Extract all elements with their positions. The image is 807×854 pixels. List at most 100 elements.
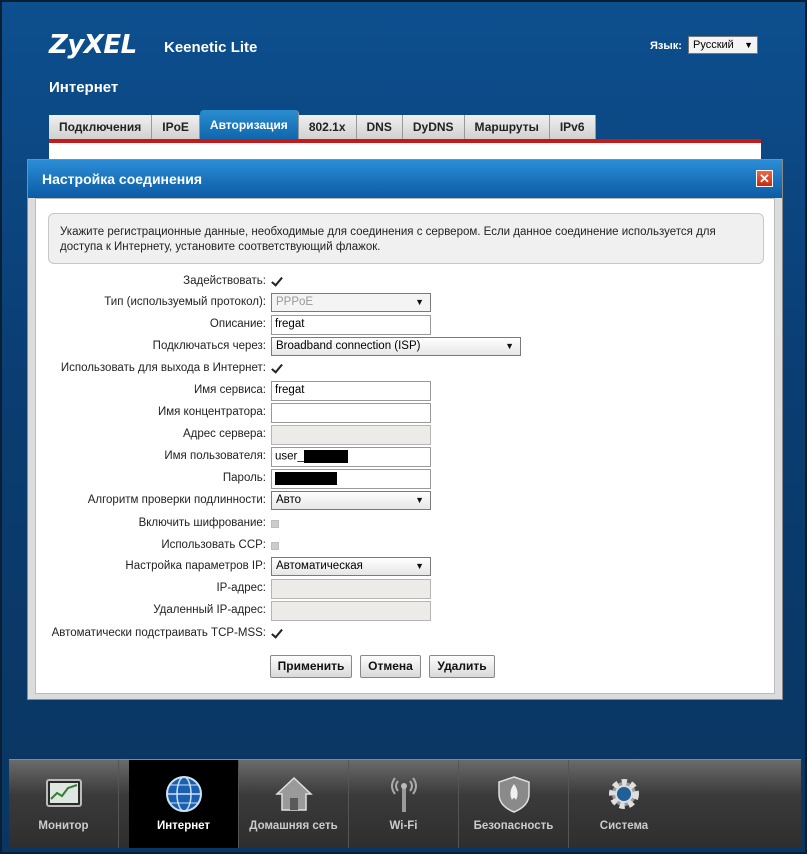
ip-settings-select[interactable]: Автоматическая ▼ xyxy=(271,557,431,576)
ccp-label: Использовать CCP: xyxy=(161,539,266,551)
apply-button[interactable]: Применить xyxy=(270,655,352,678)
row-service: Имя сервиса: fregat xyxy=(36,381,776,401)
connection-settings-dialog: Настройка соединения ✕ Укажите регистрац… xyxy=(27,159,783,700)
nav-wifi[interactable]: Wi-Fi xyxy=(349,760,459,848)
app-frame: ZyXEL Keenetic Lite Язык: Русский ▼ Инте… xyxy=(0,0,807,854)
type-value: PPPoE xyxy=(276,296,314,308)
row-username: Имя пользователя: user_ xyxy=(36,447,776,467)
description-label: Описание: xyxy=(209,318,266,330)
password-input[interactable] xyxy=(271,469,431,489)
encryption-label: Включить шифрование: xyxy=(138,517,266,529)
row-password: Пароль: xyxy=(36,469,776,489)
tab-bar: Подключения IPoE Авторизация 802.1x DNS … xyxy=(49,110,596,140)
tab-dns[interactable]: DNS xyxy=(356,115,403,140)
ip-input[interactable] xyxy=(271,579,431,599)
row-type: Тип (используемый протокол): PPPoE ▼ xyxy=(36,293,776,313)
tab-routes[interactable]: Маршруты xyxy=(464,115,550,140)
server-input[interactable] xyxy=(271,425,431,445)
connect-via-label: Подключаться через: xyxy=(152,340,266,352)
nav-system-label: Система xyxy=(599,820,649,832)
redaction-mask xyxy=(275,472,337,485)
tcp-mss-label: Автоматически подстраивать TCP-MSS: xyxy=(51,627,266,639)
nav-security-label: Безопасность xyxy=(473,820,554,832)
enable-label: Задействовать: xyxy=(183,275,266,287)
remote-ip-input[interactable] xyxy=(271,601,431,621)
ip-settings-label: Настройка параметров IP: xyxy=(125,560,266,572)
language-value: Русский xyxy=(693,39,734,51)
nav-security[interactable]: Безопасность xyxy=(459,760,569,848)
monitor-chart-icon xyxy=(46,779,82,807)
password-label: Пароль: xyxy=(222,472,266,484)
nav-system[interactable]: Система xyxy=(569,760,679,848)
nav-internet[interactable]: Интернет xyxy=(129,760,239,848)
cancel-button[interactable]: Отмена xyxy=(360,655,421,678)
brand-logo: ZyXEL xyxy=(49,30,137,60)
globe-icon xyxy=(166,776,202,812)
tab-dydns[interactable]: DyDNS xyxy=(402,115,465,140)
model-name: Keenetic Lite xyxy=(164,39,258,56)
chevron-down-icon: ▼ xyxy=(744,40,753,50)
bottom-navigation: Монитор Интернет Домашняя сеть Wi-Fi Без… xyxy=(9,759,801,848)
tab-authorization[interactable]: Авторизация xyxy=(199,110,299,140)
row-auth: Алгоритм проверки подлинности: Авто ▼ xyxy=(36,491,776,511)
row-connect-via: Подключаться через: Broadband connection… xyxy=(36,337,776,357)
nav-wifi-label: Wi-Fi xyxy=(389,820,418,832)
tcp-mss-checkbox[interactable] xyxy=(271,628,282,639)
row-remote-ip: Удаленный IP-адрес: xyxy=(36,601,776,621)
service-label: Имя сервиса: xyxy=(193,384,266,396)
chevron-down-icon: ▼ xyxy=(415,561,424,571)
row-concentrator: Имя концентратора: xyxy=(36,403,776,423)
ccp-checkbox[interactable] xyxy=(271,542,279,550)
nav-home-network[interactable]: Домашняя сеть xyxy=(239,760,349,848)
shield-icon xyxy=(498,776,530,813)
username-input[interactable]: user_ xyxy=(271,447,431,467)
nav-internet-label: Интернет xyxy=(156,820,211,832)
delete-button[interactable]: Удалить xyxy=(429,655,495,678)
auth-select[interactable]: Авто ▼ xyxy=(271,491,431,510)
use-internet-checkbox[interactable] xyxy=(271,363,282,374)
encryption-checkbox[interactable] xyxy=(271,520,279,528)
wifi-antenna-icon xyxy=(391,777,417,812)
concentrator-label: Имя концентратора: xyxy=(157,406,266,418)
close-icon[interactable]: ✕ xyxy=(756,170,773,187)
language-select[interactable]: Русский ▼ xyxy=(688,36,758,54)
row-enable: Задействовать: xyxy=(36,272,776,292)
ip-label: IP-адрес: xyxy=(216,582,266,594)
nav-monitor[interactable]: Монитор xyxy=(9,760,119,848)
dialog-title: Настройка соединения xyxy=(42,171,203,187)
dialog-header: Настройка соединения ✕ xyxy=(28,160,782,198)
nav-monitor-label: Монитор xyxy=(38,820,89,832)
row-tcp-mss: Автоматически подстраивать TCP-MSS: xyxy=(36,624,776,644)
username-value: user_ xyxy=(275,450,304,463)
server-label: Адрес сервера: xyxy=(182,428,266,440)
dialog-body: Укажите регистрационные данные, необходи… xyxy=(35,198,775,694)
tab-ipv6[interactable]: IPv6 xyxy=(549,115,596,140)
row-use-internet: Использовать для выхода в Интернет: xyxy=(36,359,776,379)
enable-checkbox[interactable] xyxy=(271,276,282,287)
chevron-down-icon: ▼ xyxy=(415,495,424,505)
auth-value: Авто xyxy=(276,494,302,506)
tab-connections[interactable]: Подключения xyxy=(49,115,153,140)
tab-8021x[interactable]: 802.1x xyxy=(298,115,357,140)
row-encryption: Включить шифрование: xyxy=(36,514,776,534)
info-message: Укажите регистрационные данные, необходи… xyxy=(48,213,764,264)
concentrator-input[interactable] xyxy=(271,403,431,423)
gear-icon xyxy=(609,779,639,809)
use-internet-label: Использовать для выхода в Интернет: xyxy=(60,362,266,374)
auth-label: Алгоритм проверки подлинности: xyxy=(87,494,266,506)
ip-settings-value: Автоматическая xyxy=(276,560,363,572)
connect-via-select[interactable]: Broadband connection (ISP) ▼ xyxy=(271,337,521,356)
description-input[interactable]: fregat xyxy=(271,315,431,335)
type-label: Тип (используемый протокол): xyxy=(104,296,266,308)
username-label: Имя пользователя: xyxy=(164,450,266,462)
nav-home-network-label: Домашняя сеть xyxy=(249,820,338,832)
tab-ipoe[interactable]: IPoE xyxy=(152,115,200,140)
row-ccp: Использовать CCP: xyxy=(36,536,776,556)
type-select[interactable]: PPPoE ▼ xyxy=(271,293,431,312)
row-ip-settings: Настройка параметров IP: Автоматическая ▼ xyxy=(36,557,776,577)
home-icon xyxy=(275,776,313,811)
service-input[interactable]: fregat xyxy=(271,381,431,401)
row-description: Описание: fregat xyxy=(36,315,776,335)
page-title: Интернет xyxy=(49,79,119,96)
remote-ip-label: Удаленный IP-адрес: xyxy=(153,604,266,616)
